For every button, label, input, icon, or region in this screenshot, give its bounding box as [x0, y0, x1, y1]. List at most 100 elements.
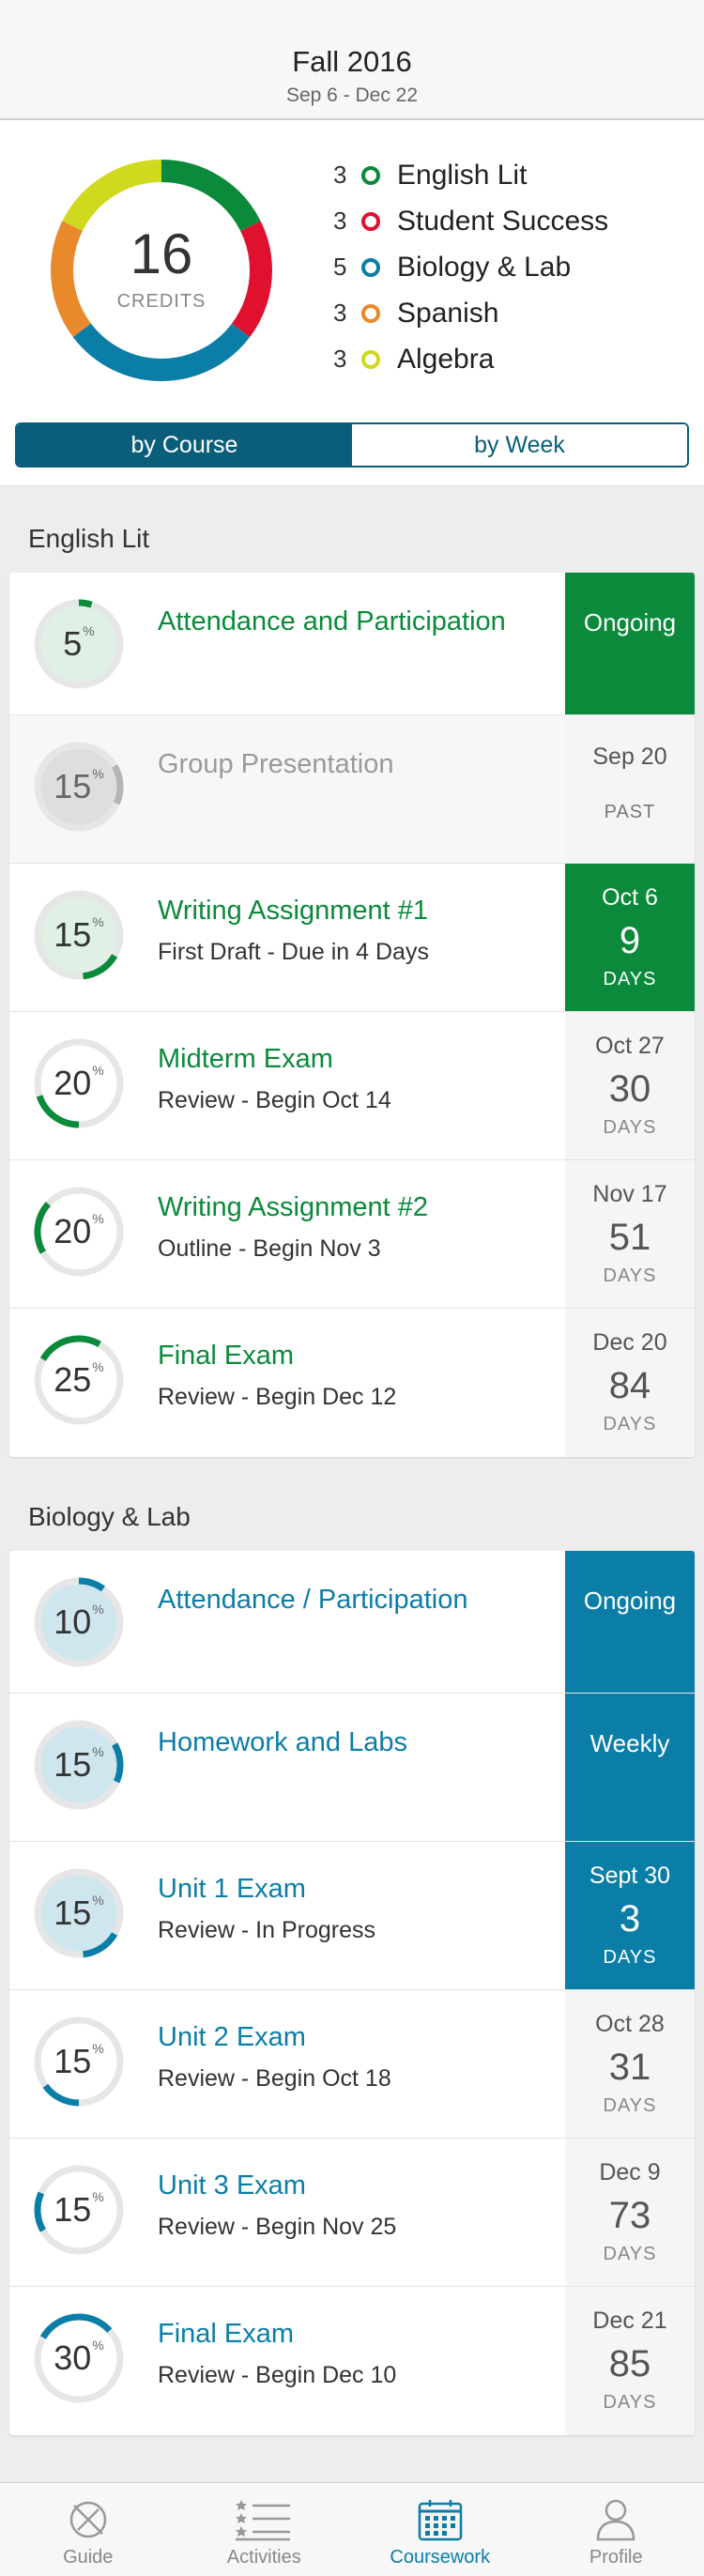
- days-remaining: 9: [619, 920, 641, 961]
- item-status: Ongoing: [565, 1551, 695, 1693]
- item-status: Oct 6 9 DAYS: [565, 864, 695, 1011]
- due-date: Oct 6: [602, 884, 658, 911]
- percent-sign: %: [92, 2189, 104, 2204]
- legend-credits: 3: [333, 345, 347, 373]
- legend-name: English Lit: [397, 159, 528, 191]
- weight-value: 20: [54, 1212, 92, 1250]
- legend-item: 3 Spanish: [333, 290, 608, 336]
- coursework-row[interactable]: 15% Group Presentation Sep 20 PAST: [9, 715, 695, 864]
- coursework-row[interactable]: 5% Attendance and Participation Ongoing: [9, 573, 695, 715]
- coursework-row[interactable]: 15% Unit 3 Exam Review - Begin Nov 25 Dec 9…: [9, 2139, 695, 2287]
- legend-credits: 3: [333, 161, 347, 189]
- legend-credits: 3: [333, 299, 347, 327]
- days-label: DAYS: [603, 1117, 657, 1138]
- item-subtitle: First Draft - Due in 4 Days: [158, 939, 429, 965]
- coursework-row[interactable]: 15% Unit 2 Exam Review - Begin Oct 18 Oct 2…: [9, 1990, 695, 2139]
- tab-label: Guide: [63, 2547, 114, 2568]
- legend-name: Algebra: [397, 343, 495, 375]
- days-remaining: 31: [608, 2047, 651, 2088]
- percent-sign: %: [92, 1211, 104, 1226]
- weight-percent: 15%: [30, 886, 128, 984]
- weight-percent: 5%: [30, 595, 128, 693]
- days-label: DAYS: [603, 1414, 657, 1434]
- coursework-row[interactable]: 20% Writing Assignment #2 Outline - Begin …: [9, 1160, 695, 1309]
- legend-credits: 5: [333, 253, 347, 281]
- coursework-row[interactable]: 20% Midterm Exam Review - Begin Oct 14 Oct …: [9, 1012, 695, 1160]
- status-label: Ongoing: [583, 1587, 677, 1615]
- item-subtitle: Review - Begin Oct 14: [158, 1087, 391, 1113]
- weight-percent: 15%: [30, 1716, 128, 1814]
- percent-sign: %: [92, 1744, 104, 1759]
- legend-item: 3 Algebra: [333, 336, 608, 382]
- coursework-row[interactable]: 25% Final Exam Review - Begin Dec 12 Dec 20…: [9, 1309, 695, 1457]
- legend-dot-icon: [361, 211, 380, 231]
- days-label: DAYS: [603, 2244, 657, 2264]
- legend-name: Student Success: [397, 205, 609, 237]
- tab-guide[interactable]: Guide: [0, 2483, 176, 2576]
- coursework-row[interactable]: 15% Writing Assignment #1 First Draft - Du…: [9, 864, 695, 1012]
- tab-activities[interactable]: Activities: [176, 2483, 353, 2576]
- days-label: DAYS: [603, 2095, 657, 2116]
- coursework-row[interactable]: 15% Unit 1 Exam Review - In Progress Sept 3…: [9, 1842, 695, 1990]
- percent-sign: %: [92, 1602, 104, 1617]
- legend-item: 5 Biology & Lab: [333, 244, 608, 290]
- view-toggle: by Course by Week: [15, 422, 689, 468]
- percent-sign: %: [92, 914, 104, 929]
- weight-value: 20: [54, 1064, 92, 1102]
- due-date: Oct 27: [595, 1033, 665, 1059]
- item-title: Unit 1 Exam: [158, 1874, 306, 1904]
- term-dates: Sep 6 - Dec 22: [285, 84, 419, 106]
- header: Fall 2016 Sep 6 - Dec 22: [0, 0, 704, 120]
- weight-value: 15: [54, 915, 92, 954]
- days-label: DAYS: [603, 1265, 657, 1286]
- weight-value: 15: [54, 1894, 92, 1932]
- item-status: Weekly: [565, 1694, 695, 1841]
- term-title: Fall 2016: [292, 45, 412, 78]
- legend-dot-icon: [361, 165, 380, 185]
- weight-percent: 15%: [30, 738, 128, 836]
- weight-value: 15: [54, 1745, 92, 1784]
- credits-summary: 16 CREDITS 3 English Lit 3 Student Succe…: [0, 120, 704, 486]
- due-date: Dec 20: [592, 1329, 667, 1356]
- item-title: Midterm Exam: [158, 1044, 333, 1074]
- status-label: Weekly: [589, 1729, 670, 1757]
- due-date: Dec 9: [599, 2159, 661, 2185]
- legend-item: 3 English Lit: [333, 152, 608, 198]
- tab-coursework[interactable]: Coursework: [352, 2483, 528, 2576]
- person-icon: [596, 2499, 635, 2541]
- by-week-button[interactable]: by Week: [352, 424, 687, 466]
- course-card-biology: 10% Attendance / Participation Ongoing 15% H…: [9, 1551, 695, 2435]
- coursework-row[interactable]: 10% Attendance / Participation Ongoing: [9, 1551, 695, 1694]
- percent-sign: %: [92, 2041, 104, 2056]
- weight-value: 5: [63, 624, 83, 663]
- coursework-row[interactable]: 30% Final Exam Review - Begin Dec 10 Dec 21…: [9, 2287, 695, 2435]
- legend-name: Spanish: [397, 297, 499, 329]
- item-subtitle: Review - Begin Dec 12: [158, 1384, 397, 1410]
- percent-sign: %: [92, 1893, 104, 1908]
- days-remaining: 84: [608, 1365, 651, 1406]
- weight-percent: 15%: [30, 2013, 128, 2110]
- item-title: Group Presentation: [158, 749, 394, 779]
- due-date: Nov 17: [592, 1181, 667, 1207]
- days-remaining: 73: [608, 2195, 651, 2236]
- due-date: Sep 20: [592, 744, 667, 770]
- legend-item: 3 Student Success: [333, 198, 608, 244]
- due-date: Dec 21: [592, 2308, 667, 2334]
- tab-bar: Guide Activities Coursework Profile: [0, 2482, 704, 2576]
- by-course-button[interactable]: by Course: [17, 424, 352, 466]
- weight-value: 15: [54, 2042, 92, 2080]
- tab-label: Profile: [589, 2547, 643, 2568]
- item-subtitle: Review - Begin Oct 18: [158, 2065, 391, 2092]
- item-subtitle: Review - Begin Dec 10: [158, 2362, 397, 2388]
- tab-profile[interactable]: Profile: [528, 2483, 704, 2576]
- status-label: Ongoing: [583, 608, 677, 636]
- item-subtitle: Outline - Begin Nov 3: [158, 1235, 381, 1262]
- legend-name: Biology & Lab: [397, 251, 572, 283]
- weight-value: 30: [54, 2338, 92, 2377]
- percent-sign: %: [92, 1063, 104, 1078]
- weight-value: 25: [54, 1360, 92, 1399]
- coursework-row[interactable]: 15% Homework and Labs Weekly: [9, 1694, 695, 1842]
- days-remaining: 30: [608, 1068, 651, 1110]
- days-remaining: 85: [608, 2343, 651, 2384]
- days-label: DAYS: [603, 969, 657, 989]
